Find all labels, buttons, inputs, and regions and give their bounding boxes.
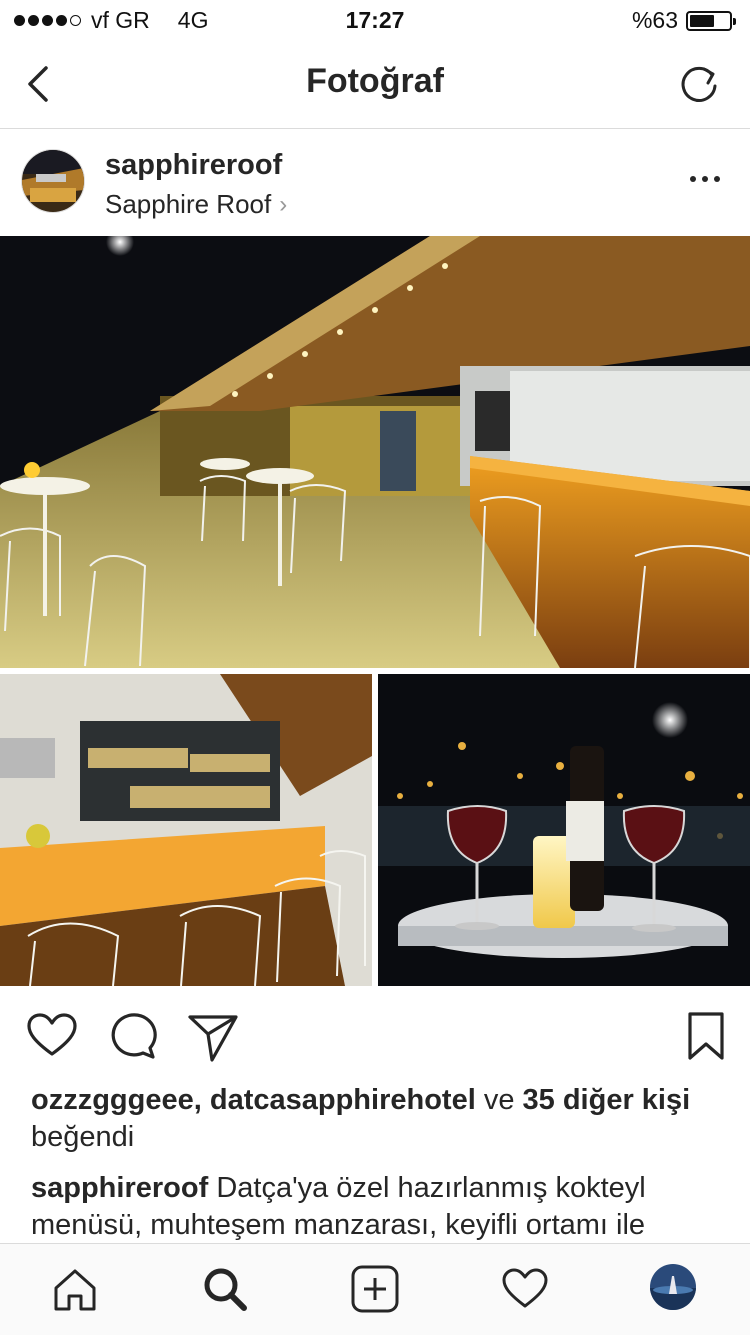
refresh-icon	[681, 66, 717, 102]
share-button[interactable]	[186, 1008, 242, 1064]
chevron-left-icon	[28, 66, 48, 102]
caption-username[interactable]: sapphireroof	[31, 1172, 208, 1204]
search-icon	[204, 1268, 247, 1311]
post-photo[interactable]	[0, 228, 750, 987]
save-button[interactable]	[678, 1008, 734, 1064]
more-options-button[interactable]	[690, 169, 720, 189]
heart-icon	[27, 1013, 77, 1056]
back-button[interactable]	[22, 62, 62, 106]
status-bar: vf GR 4G 17:27 %63	[0, 0, 750, 40]
location-label: Sapphire Roof	[105, 189, 272, 219]
comment-button[interactable]	[106, 1008, 162, 1064]
likes-others-count[interactable]: 35 diğer kişi	[523, 1084, 691, 1116]
post-caption: sapphireroof Datça'ya özel hazırlanmış k…	[31, 1170, 731, 1244]
tab-home[interactable]	[50, 1264, 100, 1314]
comment-icon	[111, 1013, 157, 1059]
send-icon	[188, 1015, 238, 1062]
page-title: Fotoğraf	[306, 62, 444, 100]
tab-search[interactable]	[200, 1264, 250, 1314]
post-actions	[0, 1000, 750, 1072]
profile-avatar	[650, 1264, 696, 1310]
home-icon	[54, 1269, 96, 1311]
post-username[interactable]: sapphireroof	[105, 149, 282, 182]
navigation-bar: Fotoğraf	[0, 40, 750, 129]
activity-heart-icon	[502, 1268, 548, 1308]
bookmark-icon	[688, 1012, 724, 1060]
likes-conjunction: ve	[483, 1084, 515, 1116]
photo-panel-lounge	[0, 228, 750, 669]
chevron-right-icon: ›	[279, 190, 288, 218]
post-author-avatar[interactable]	[21, 149, 85, 213]
post-header: sapphireroof Sapphire Roof ›	[0, 129, 750, 235]
photo-collage	[0, 228, 750, 987]
likes-suffix: beğendi	[31, 1121, 135, 1153]
liked-by-users[interactable]: ozzzgggeee, datcasapphirehotel	[31, 1084, 476, 1116]
refresh-button[interactable]	[678, 62, 722, 106]
battery-icon	[686, 10, 736, 31]
battery-percent: %63	[631, 7, 678, 33]
photo-panel-wine	[378, 674, 750, 986]
add-icon	[351, 1265, 399, 1313]
more-horizontal-icon	[690, 176, 696, 182]
tab-activity[interactable]	[500, 1264, 550, 1314]
likes-summary[interactable]: ozzzgggeee, datcasapphirehotel ve 35 diğ…	[31, 1082, 721, 1156]
tab-bar	[0, 1243, 750, 1335]
tab-add[interactable]	[350, 1264, 400, 1314]
tab-profile[interactable]	[650, 1264, 700, 1314]
post-location[interactable]: Sapphire Roof ›	[105, 189, 287, 220]
photo-panel-bar	[0, 674, 372, 987]
like-button[interactable]	[24, 1008, 80, 1064]
